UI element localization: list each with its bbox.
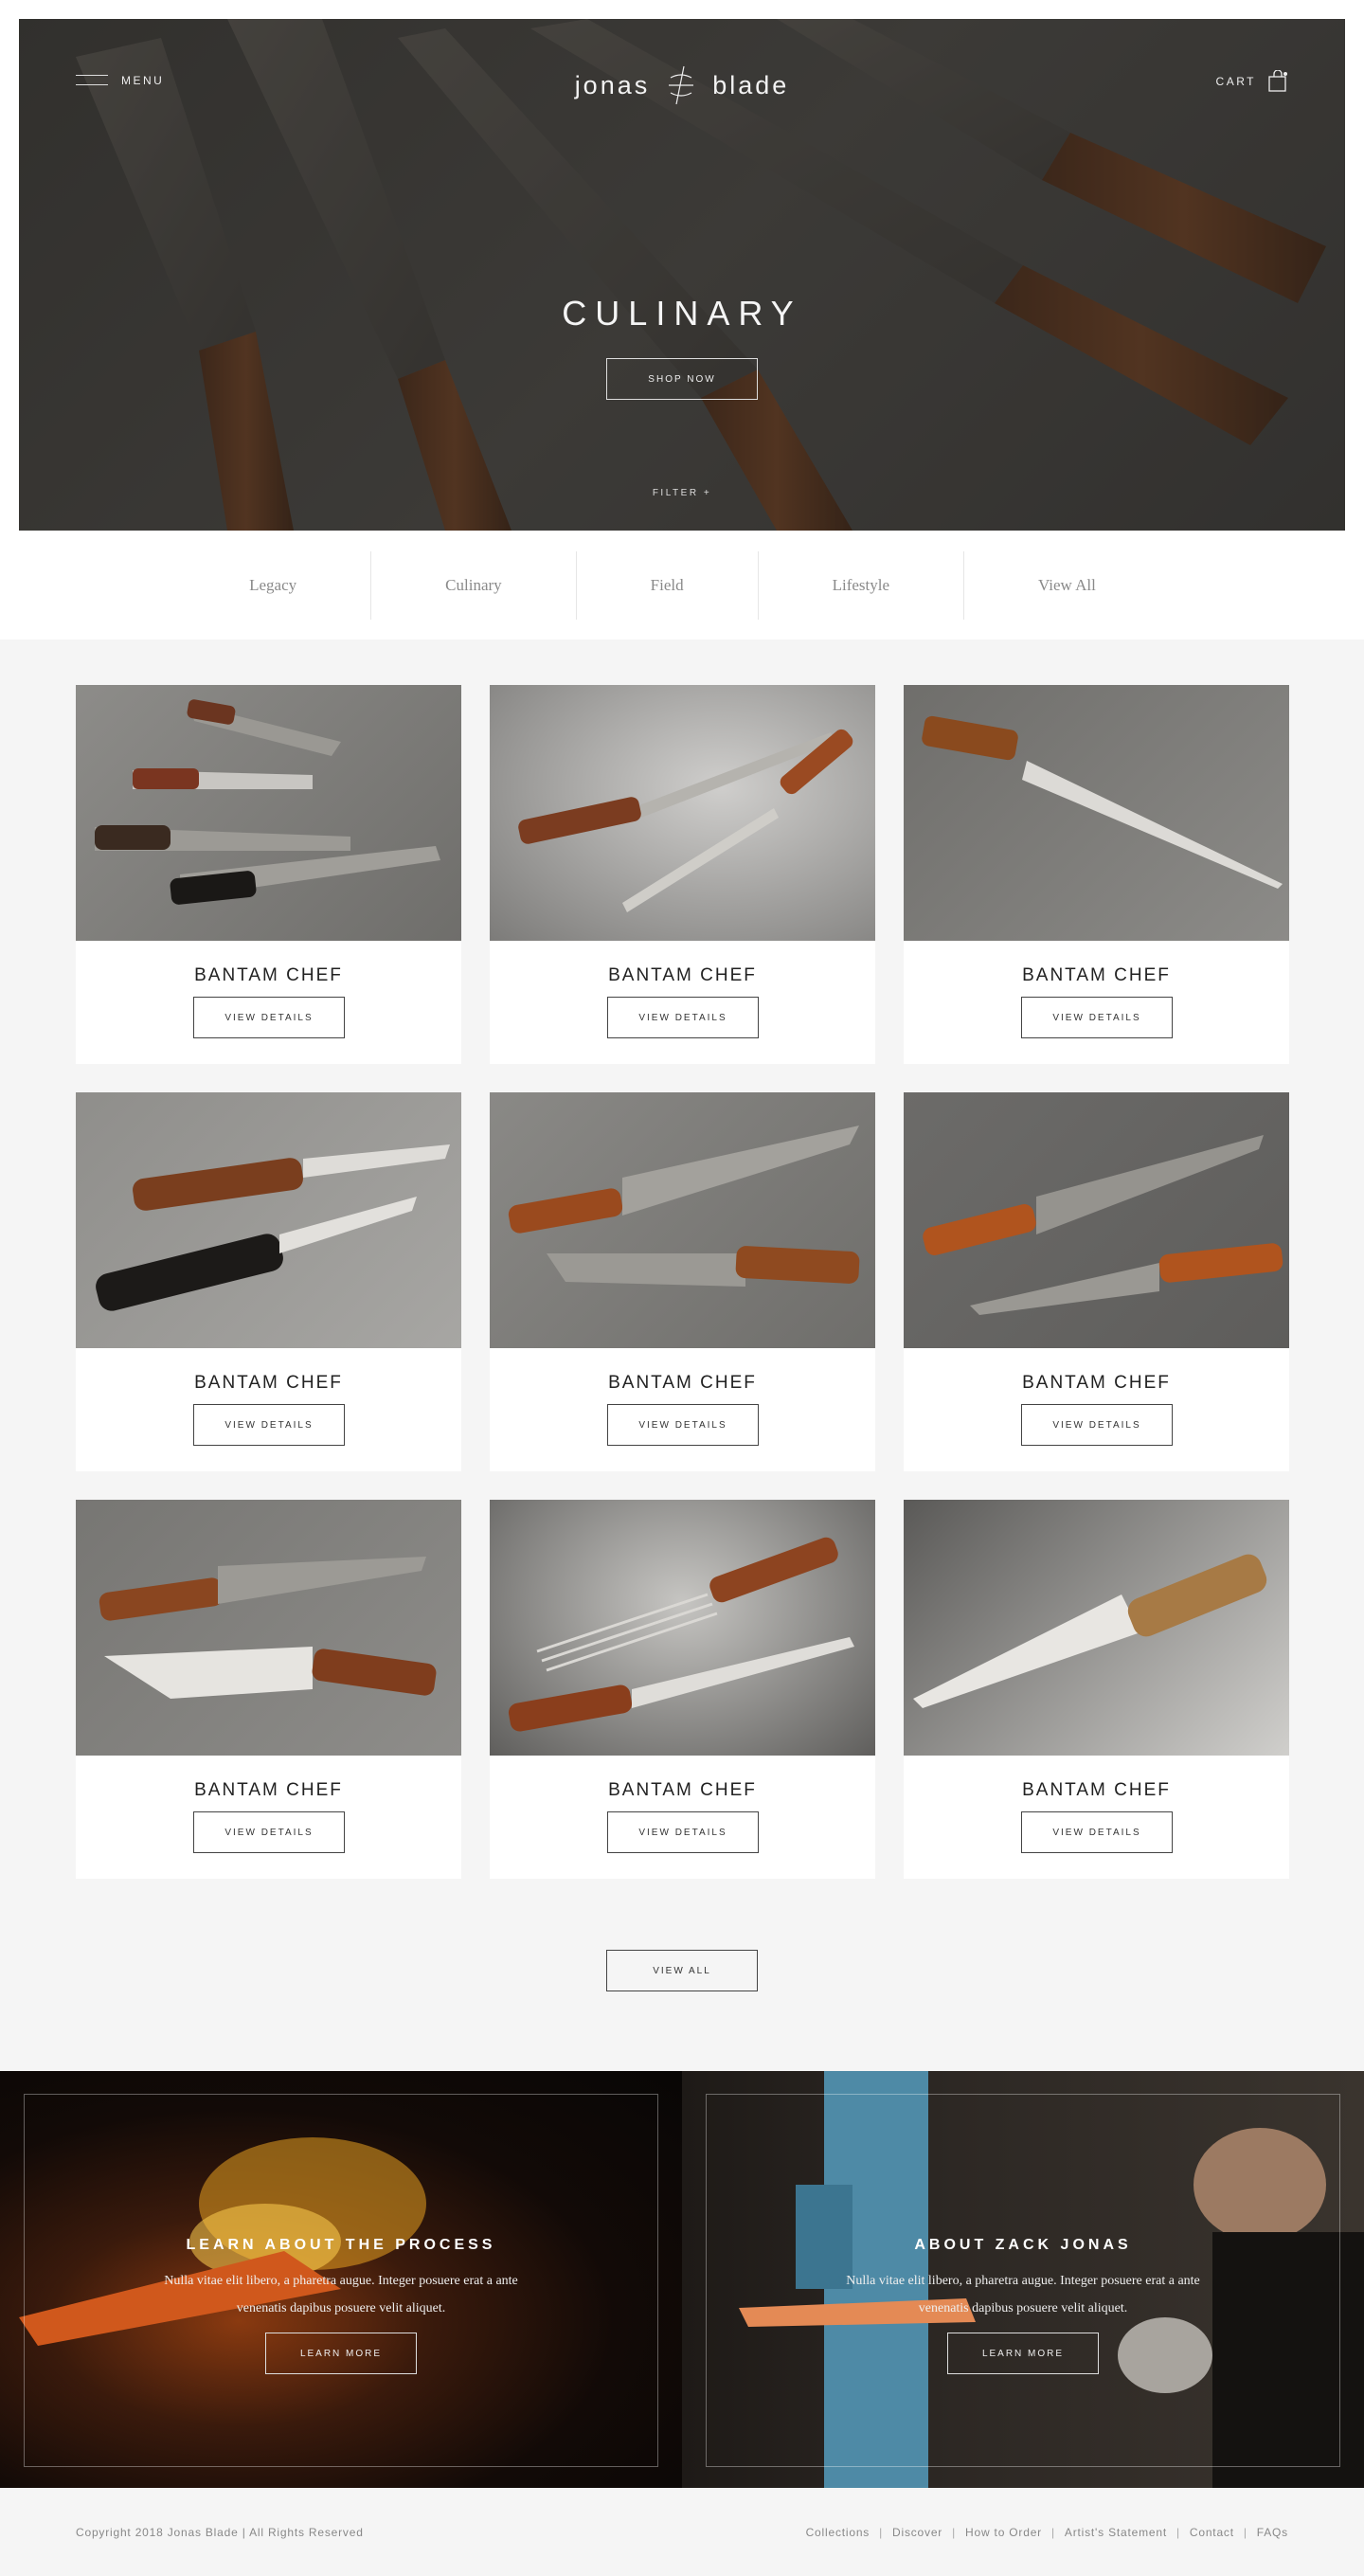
product-image[interactable]	[904, 1500, 1289, 1756]
product-card: BANTAM CHEF VIEW DETAILS	[490, 1092, 875, 1471]
product-name: BANTAM CHEF	[194, 1780, 343, 1800]
product-card: BANTAM CHEF VIEW DETAILS	[904, 1500, 1289, 1879]
product-card: BANTAM CHEF VIEW DETAILS	[904, 1092, 1289, 1471]
category-field[interactable]: Field	[577, 550, 759, 620]
logo-text-right: blade	[712, 70, 790, 99]
filter-toggle[interactable]: FILTER +	[19, 488, 1345, 498]
category-view-all[interactable]: View All	[964, 551, 1170, 620]
learn-more-button[interactable]: LEARN MORE	[947, 2333, 1099, 2374]
category-nav: Legacy Culinary Field Lifestyle View All	[0, 531, 1364, 639]
product-name: BANTAM CHEF	[1022, 1373, 1171, 1393]
product-image[interactable]	[904, 1092, 1289, 1348]
footer-link-how-to-order[interactable]: How to Order	[965, 2526, 1042, 2539]
product-card: BANTAM CHEF VIEW DETAILS	[76, 1092, 461, 1471]
product-card: BANTAM CHEF VIEW DETAILS	[76, 1500, 461, 1879]
copyright-text: Copyright 2018 Jonas Blade | All Rights …	[76, 2526, 364, 2539]
promo-about: ABOUT ZACK JONAS Nulla vitae elit libero…	[682, 2071, 1364, 2488]
product-card: BANTAM CHEF VIEW DETAILS	[490, 1500, 875, 1879]
divider: |	[879, 2526, 884, 2539]
view-details-button[interactable]: VIEW DETAILS	[193, 1811, 345, 1853]
view-details-button[interactable]: VIEW DETAILS	[1021, 997, 1173, 1038]
product-card: BANTAM CHEF VIEW DETAILS	[904, 685, 1289, 1064]
promo-title: LEARN ABOUT THE PROCESS	[186, 2237, 496, 2253]
promo-process: LEARN ABOUT THE PROCESS Nulla vitae elit…	[0, 2071, 682, 2488]
hero-title: CULINARY	[562, 294, 802, 333]
view-details-button[interactable]: VIEW DETAILS	[607, 1811, 759, 1853]
cart-label: CART	[1215, 75, 1256, 88]
logo-text-left: jonas	[574, 70, 651, 99]
category-lifestyle[interactable]: Lifestyle	[759, 550, 965, 620]
promo-text: Nulla vitae elit libero, a pharetra augu…	[164, 2274, 518, 2315]
divider: |	[1243, 2526, 1247, 2539]
view-details-button[interactable]: VIEW DETAILS	[1021, 1811, 1173, 1853]
divider: |	[952, 2526, 957, 2539]
footer-link-faqs[interactable]: FAQs	[1257, 2526, 1288, 2539]
view-details-button[interactable]: VIEW DETAILS	[193, 997, 345, 1038]
shopping-bag-icon	[1268, 70, 1287, 92]
divider: |	[1050, 2526, 1055, 2539]
learn-more-button[interactable]: LEARN MORE	[265, 2333, 417, 2374]
product-name: BANTAM CHEF	[194, 1373, 343, 1393]
view-details-button[interactable]: VIEW DETAILS	[607, 997, 759, 1038]
product-grid: BANTAM CHEF VIEW DETAILS BANTAM CHEF VIE…	[76, 685, 1290, 1879]
view-details-button[interactable]: VIEW DETAILS	[1021, 1404, 1173, 1446]
footer-link-contact[interactable]: Contact	[1190, 2526, 1234, 2539]
footer-links: Collections | Discover | How to Order | Art…	[806, 2526, 1288, 2539]
promo-title: ABOUT ZACK JONAS	[914, 2237, 1132, 2253]
hero-section: MENU jonas blade CART CULINARY SHOP NOW …	[0, 0, 1364, 531]
logo[interactable]: jonas blade	[568, 57, 796, 114]
promo-text: Nulla vitae elit libero, a pharetra augu…	[846, 2274, 1200, 2315]
product-name: BANTAM CHEF	[1022, 1780, 1171, 1800]
shop-now-button[interactable]: SHOP NOW	[606, 358, 758, 400]
footer-link-artists-statement[interactable]: Artist's Statement	[1065, 2526, 1167, 2539]
product-image[interactable]	[490, 1500, 875, 1756]
view-all-button[interactable]: VIEW ALL	[606, 1950, 758, 1991]
product-name: BANTAM CHEF	[1022, 965, 1171, 985]
cart-button[interactable]: CART	[1216, 70, 1288, 93]
product-image[interactable]	[76, 1500, 461, 1756]
hamburger-icon	[76, 75, 108, 86]
menu-button[interactable]: MENU	[76, 74, 164, 87]
product-image[interactable]	[904, 685, 1289, 941]
product-card: BANTAM CHEF VIEW DETAILS	[76, 685, 461, 1064]
product-image[interactable]	[76, 685, 461, 941]
divider: |	[1176, 2526, 1180, 2539]
product-card: BANTAM CHEF VIEW DETAILS	[490, 685, 875, 1064]
view-details-button[interactable]: VIEW DETAILS	[607, 1404, 759, 1446]
product-image[interactable]	[490, 685, 875, 941]
footer-link-collections[interactable]: Collections	[806, 2526, 870, 2539]
view-details-button[interactable]: VIEW DETAILS	[193, 1404, 345, 1446]
product-name: BANTAM CHEF	[608, 1373, 757, 1393]
footer: Copyright 2018 Jonas Blade | All Rights …	[0, 2488, 1364, 2576]
menu-label: MENU	[121, 74, 165, 87]
product-name: BANTAM CHEF	[194, 965, 343, 985]
product-image[interactable]	[76, 1092, 461, 1348]
hero-banner: MENU jonas blade CART CULINARY SHOP NOW …	[19, 19, 1345, 531]
footer-link-discover[interactable]: Discover	[892, 2526, 942, 2539]
logo-mark-icon	[669, 65, 694, 105]
product-name: BANTAM CHEF	[608, 1780, 757, 1800]
category-culinary[interactable]: Culinary	[371, 550, 577, 620]
product-image[interactable]	[490, 1092, 875, 1348]
product-name: BANTAM CHEF	[608, 965, 757, 985]
category-legacy[interactable]: Legacy	[194, 550, 372, 620]
